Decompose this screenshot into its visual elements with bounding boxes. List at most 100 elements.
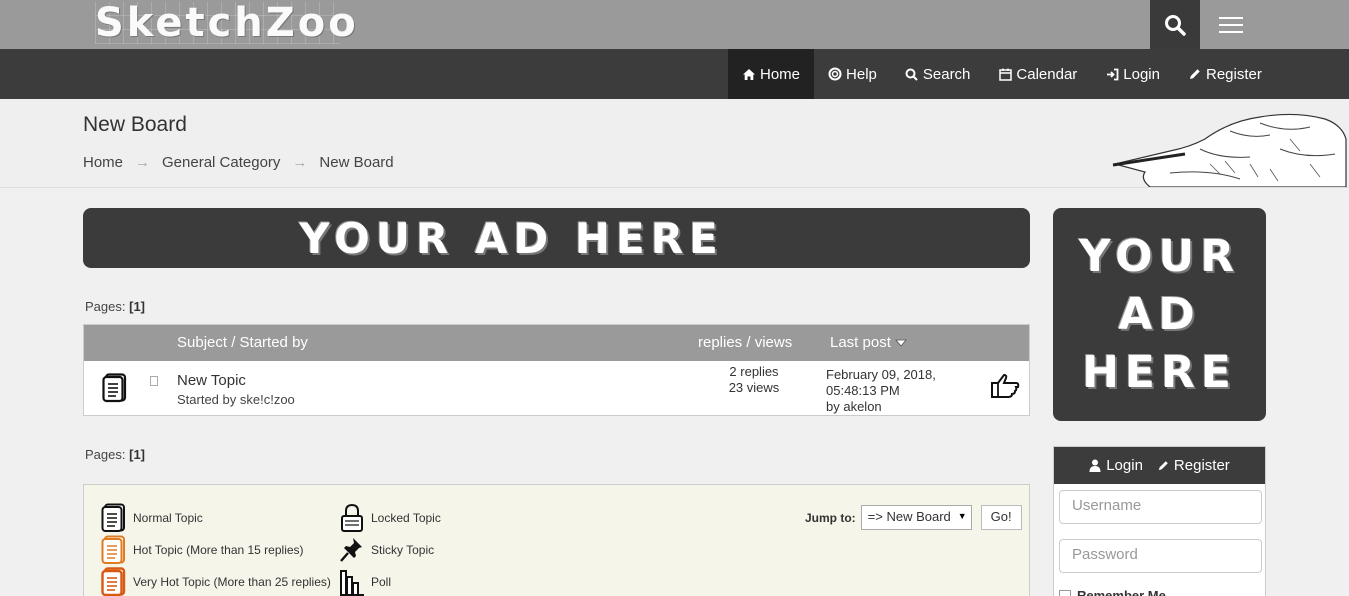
page-header: New Board Home → General Category → New … — [0, 99, 1349, 188]
legend-normal: Normal Topic — [101, 503, 203, 533]
main-nav: Home Help Search Calendar Login Register — [728, 49, 1276, 99]
last-post-author[interactable]: by akelon — [826, 399, 986, 415]
nav-login[interactable]: Login — [1091, 49, 1174, 99]
login-box-header: Login Register — [1054, 447, 1265, 484]
search-button[interactable] — [1150, 0, 1200, 49]
nav-register-label: Register — [1205, 65, 1262, 83]
breadcrumb-new-board[interactable]: New Board — [319, 154, 393, 171]
nav-calendar[interactable]: Calendar — [984, 49, 1091, 99]
username-input[interactable]: Username — [1059, 490, 1262, 524]
nav-home-label: Home — [760, 65, 801, 83]
topic-small-icon — [150, 376, 158, 386]
jump-to-label: Jump to: — [805, 510, 856, 525]
nav-register[interactable]: Register — [1174, 49, 1276, 99]
topic-views: 23 views — [728, 380, 780, 395]
topic-stats: 2 replies 23 views — [724, 364, 784, 396]
header-lastpost[interactable]: Last post — [830, 334, 907, 351]
breadcrumb-arrow-icon: → — [135, 154, 151, 171]
last-post-date[interactable]: February 09, 2018, 05:48:13 PM — [826, 367, 986, 399]
go-button[interactable]: Go! — [980, 505, 1022, 530]
table-header: Subject / Started by replies / views Las… — [84, 325, 1029, 361]
ad-banner-side[interactable]: YOUR AD HERE — [1053, 208, 1266, 421]
header-subject[interactable]: Subject / Started by — [177, 334, 308, 351]
login-box: Login Register Username Password Remembe… — [1053, 446, 1266, 596]
page-title: New Board — [83, 113, 187, 136]
ad-side-line: AD — [1118, 288, 1201, 340]
topic-title-link[interactable]: New Topic — [177, 372, 246, 389]
nav-home[interactable]: Home — [728, 49, 815, 99]
jump-to-select[interactable]: => New Board — [860, 505, 972, 530]
search-icon — [905, 67, 919, 81]
legend-hot: Hot Topic (More than 15 replies) — [101, 535, 304, 565]
site-logo[interactable]: SketchZoo — [95, 2, 356, 44]
pencil-icon — [1188, 67, 1202, 81]
legend-sticky: Sticky Topic — [339, 535, 434, 565]
life-ring-icon — [828, 67, 842, 81]
breadcrumb-general-category[interactable]: General Category — [162, 154, 280, 171]
login-link[interactable]: Login — [1089, 457, 1143, 474]
legend-normal-label: Normal Topic — [133, 511, 203, 525]
legend-sticky-label: Sticky Topic — [371, 543, 435, 557]
pages-label: Pages: — [85, 299, 126, 314]
breadcrumb: Home → General Category → New Board — [83, 154, 394, 171]
header-stats[interactable]: replies / views — [698, 334, 792, 351]
header-lastpost-label: Last post — [830, 334, 891, 351]
ad-banner-wide[interactable]: YOUR AD HERE — [83, 208, 1030, 268]
pagination-bottom: Pages: [1] — [85, 447, 145, 462]
legend-locked: Locked Topic — [339, 503, 441, 533]
normal-topic-icon — [101, 503, 125, 532]
page-current[interactable]: [1] — [129, 299, 145, 314]
ad-side-line: HERE — [1082, 346, 1237, 398]
table-row[interactable]: New Topic Started by ske!c!zoo 2 replies… — [84, 361, 1029, 416]
ad-banner-text: YOUR AD HERE — [299, 213, 724, 263]
topic-starter: Started by ske!c!zoo — [177, 392, 295, 407]
very-hot-topic-icon — [101, 567, 126, 596]
password-input[interactable]: Password — [1059, 539, 1262, 573]
nav-calendar-label: Calendar — [1016, 65, 1078, 83]
topic-table: Subject / Started by replies / views Las… — [83, 324, 1030, 416]
menu-button[interactable] — [1205, 0, 1257, 49]
hamburger-menu-icon — [1219, 16, 1243, 33]
breadcrumb-home[interactable]: Home — [83, 154, 123, 171]
register-link-label: Register — [1173, 457, 1230, 474]
remember-me-label: Remember Me — [1077, 588, 1166, 596]
ad-side-line: YOUR — [1078, 230, 1241, 282]
poll-icon — [340, 570, 364, 596]
legend-very-hot-label: Very Hot Topic (More than 25 replies) — [133, 575, 331, 589]
sign-in-icon — [1105, 67, 1119, 81]
legend-locked-label: Locked Topic — [371, 511, 441, 525]
home-icon — [742, 67, 756, 81]
legend-hot-label: Hot Topic (More than 15 replies) — [133, 543, 304, 557]
login-link-label: Login — [1106, 457, 1143, 474]
top-bar: SketchZoo — [0, 0, 1349, 49]
sketch-hand-icon — [1112, 113, 1347, 187]
hot-topic-icon — [101, 535, 125, 564]
sort-down-icon — [895, 339, 907, 347]
nav-help-label: Help — [846, 65, 877, 83]
calendar-icon — [998, 67, 1012, 81]
search-icon — [1165, 14, 1186, 36]
nav-help[interactable]: Help — [814, 49, 891, 99]
remember-me-checkbox[interactable] — [1059, 590, 1071, 596]
nav-login-label: Login — [1123, 65, 1160, 83]
normal-topic-icon — [102, 373, 127, 403]
pencil-icon — [1158, 460, 1168, 470]
topic-last-post: February 09, 2018, 05:48:13 PM by akelon — [826, 367, 986, 415]
user-icon — [1089, 459, 1101, 472]
topic-legend: Normal Topic Hot Topic (More than 15 rep… — [83, 484, 1030, 596]
topic-replies: 2 replies — [729, 364, 779, 379]
legend-very-hot: Very Hot Topic (More than 25 replies) — [101, 567, 331, 596]
main-nav-bar: Home Help Search Calendar Login Register — [0, 49, 1349, 99]
lock-icon — [341, 503, 363, 532]
goto-last-post-icon[interactable] — [990, 373, 1020, 399]
legend-poll-label: Poll — [371, 575, 392, 589]
nav-search-label: Search — [922, 65, 971, 83]
page-current[interactable]: [1] — [129, 447, 145, 462]
pages-label: Pages: — [85, 447, 126, 462]
pagination-top: Pages: [1] — [85, 299, 145, 314]
nav-search[interactable]: Search — [891, 49, 985, 99]
pin-icon — [340, 538, 362, 562]
legend-poll: Poll — [339, 567, 391, 596]
register-link[interactable]: Register — [1157, 457, 1230, 474]
breadcrumb-arrow-icon: → — [292, 154, 308, 171]
